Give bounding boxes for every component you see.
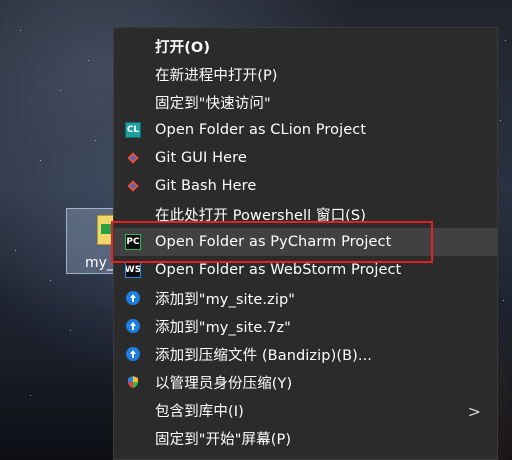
menu-item-label: 在此处打开 Powershell 窗口(S) [155,207,366,224]
menu-item-open[interactable]: 打开(O) [114,32,497,60]
menu-item-webstorm[interactable]: WS Open Folder as WebStorm Project [114,256,497,284]
menu-item-clion[interactable]: CL Open Folder as CLion Project [114,116,497,144]
pycharm-icon: PC [125,234,141,250]
menu-item-label: 添加到"my_site.7z" [155,319,291,336]
menu-item-pycharm[interactable]: PC Open Folder as PyCharm Project [114,228,497,256]
menu-item-label: Open Folder as PyCharm Project [155,234,392,250]
menu-item-label: 固定到"快速访问" [155,95,271,112]
bandizip-icon [126,319,140,333]
shield-icon [126,375,140,389]
menu-item-powershell[interactable]: 在此处打开 Powershell 窗口(S) [114,200,497,228]
git-icon [126,151,140,165]
bandizip-icon [126,347,140,361]
clion-icon: CL [125,122,141,138]
menu-item-label: 包含到库中(I) [155,403,244,420]
git-icon [126,179,140,193]
menu-item-label: Open Folder as WebStorm Project [155,262,402,278]
menu-item-git-bash[interactable]: Git Bash Here [114,172,497,200]
context-menu: 打开(O) 在新进程中打开(P) 固定到"快速访问" CL Open Folde… [113,27,498,460]
menu-item-label: 在新进程中打开(P) [155,67,278,84]
menu-item-label: Git GUI Here [155,150,247,166]
menu-item-label: Open Folder as CLion Project [155,122,367,138]
chevron-right-icon: > [467,402,481,421]
menu-item-label: 打开(O) [155,39,211,56]
menu-item-label: Git Bash Here [155,178,257,194]
menu-item-pin-start[interactable]: 固定到"开始"屏幕(P) [114,424,497,452]
bandizip-icon [126,291,140,305]
menu-item-label: 以管理员身份压缩(Y) [155,375,293,392]
menu-item-add-7z[interactable]: 添加到"my_site.7z" [114,312,497,340]
menu-item-pin-quick-access[interactable]: 固定到"快速访问" [114,88,497,116]
menu-item-open-new-process[interactable]: 在新进程中打开(P) [114,60,497,88]
menu-item-include-library[interactable]: 包含到库中(I) > [114,396,497,424]
menu-item-admin-compress[interactable]: 以管理员身份压缩(Y) [114,368,497,396]
menu-item-label: 固定到"开始"屏幕(P) [155,431,292,448]
menu-item-label: 添加到压缩文件 (Bandizip)(B)... [155,347,373,364]
menu-item-label: 添加到"my_site.zip" [155,291,296,308]
desktop-icon-label: my_ [85,255,114,271]
menu-item-add-zip[interactable]: 添加到"my_site.zip" [114,284,497,312]
menu-item-git-gui[interactable]: Git GUI Here [114,144,497,172]
menu-item-add-archive[interactable]: 添加到压缩文件 (Bandizip)(B)... [114,340,497,368]
webstorm-icon: WS [124,262,142,278]
